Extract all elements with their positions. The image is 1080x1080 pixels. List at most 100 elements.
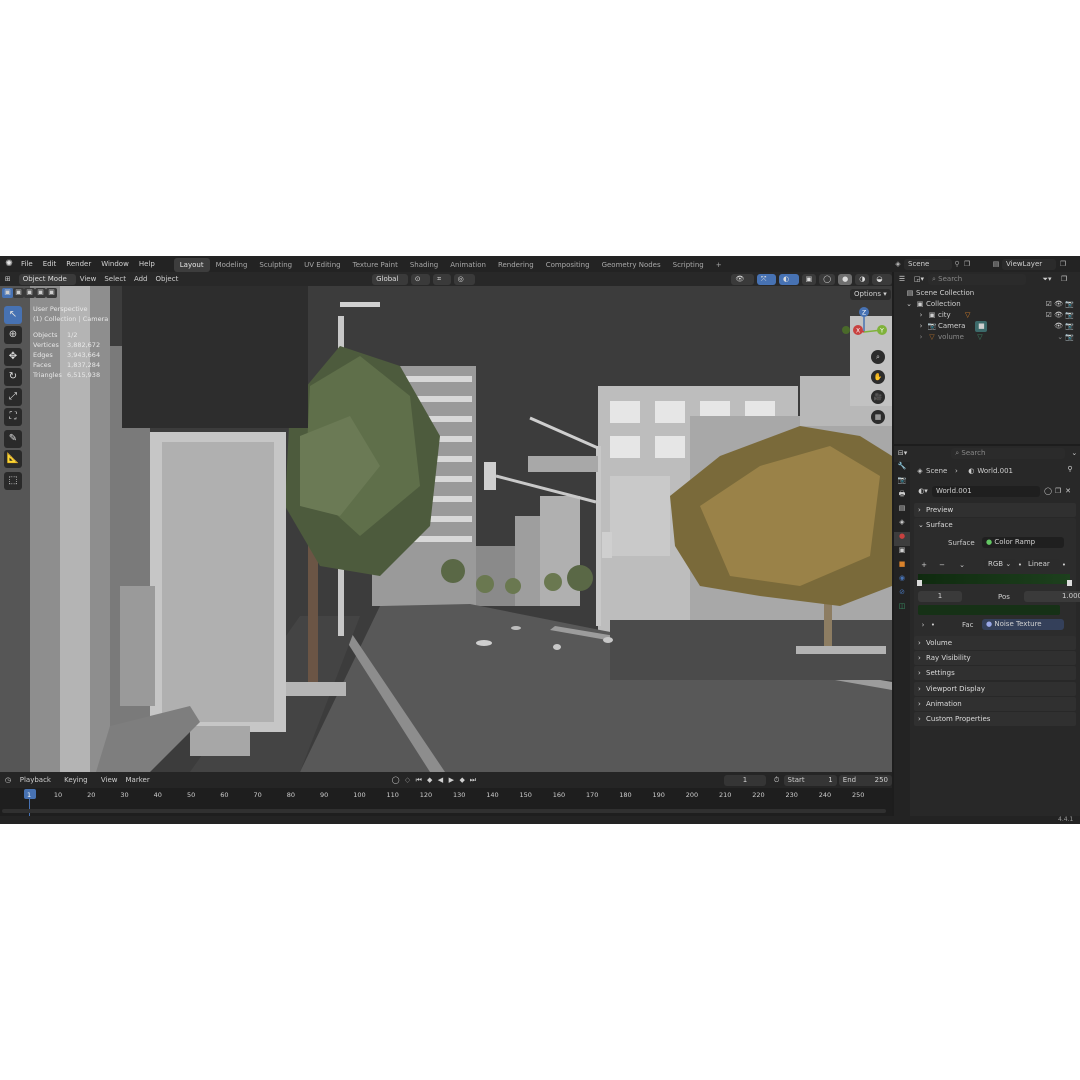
mode-dropdown[interactable]: Object Mode ▾: [18, 273, 76, 294]
clock-icon[interactable]: ⏱: [770, 776, 784, 785]
pin-icon[interactable]: ⚲: [952, 260, 962, 268]
tab-modeling[interactable]: Modeling: [210, 258, 254, 272]
new-scene-icon[interactable]: ❐: [962, 260, 972, 268]
play-reverse-icon[interactable]: ◀: [435, 776, 446, 784]
tab-layout[interactable]: Layout: [173, 257, 210, 272]
render-tab-icon[interactable]: 📷: [894, 476, 910, 490]
xray-toggle-icon[interactable]: ▣: [801, 273, 817, 285]
outliner-editor-icon[interactable]: ☰: [894, 275, 910, 283]
ramp-menu-icon[interactable]: ⌄: [956, 561, 968, 569]
fake-user-icon[interactable]: ◯: [1043, 487, 1053, 495]
select-subtract-icon[interactable]: ▣: [24, 288, 35, 298]
select-new-icon[interactable]: ▣: [2, 288, 13, 298]
proportional-edit-icon[interactable]: ◎ ∧: [453, 273, 475, 294]
options-dropdown[interactable]: Options ▾: [850, 289, 891, 300]
stop-color-swatch[interactable]: [918, 605, 1060, 615]
menu-edit[interactable]: Edit: [38, 256, 62, 272]
add-cube-tool-icon[interactable]: ⬚: [4, 472, 22, 490]
display-mode-icon[interactable]: ◲▾: [910, 275, 928, 283]
collection-toggles[interactable]: ☑ 👁 📷: [1046, 299, 1074, 310]
menu-view[interactable]: View: [76, 274, 101, 285]
scene-selector[interactable]: ◈ Scene ⚲ ❐: [892, 258, 972, 270]
select-box-tool-icon[interactable]: ↖: [4, 306, 22, 324]
rotate-tool-icon[interactable]: ↻: [4, 368, 22, 386]
city-row[interactable]: › ▣ city ▽ ☑ 👁 📷: [916, 310, 1076, 321]
camera-view-icon[interactable]: 🎥: [871, 390, 885, 404]
shading-rendered-icon[interactable]: ◒ ▾: [872, 273, 892, 294]
remove-stop-icon[interactable]: −: [936, 561, 948, 569]
tab-scripting[interactable]: Scripting: [667, 258, 710, 272]
color-ramp-gradient[interactable]: [918, 574, 1070, 584]
pin-properties-icon[interactable]: ⚲: [1064, 465, 1076, 473]
unlink-world-icon[interactable]: ✕: [1063, 487, 1073, 495]
tab-texture-paint[interactable]: Texture Paint: [347, 258, 404, 272]
end-frame-field[interactable]: End 250: [838, 774, 893, 786]
scene-name-field[interactable]: Scene: [904, 258, 952, 270]
scene-tab-icon[interactable]: ◈: [894, 518, 910, 532]
section-viewport-display[interactable]: › Viewport Display: [914, 682, 1076, 696]
pan-hand-icon[interactable]: ✋: [871, 370, 885, 384]
timeline-scrollbar[interactable]: [2, 809, 886, 813]
select-intersect-icon[interactable]: ▣: [46, 288, 57, 298]
menu-timeline-view[interactable]: View: [97, 775, 122, 786]
tab-compositing[interactable]: Compositing: [540, 258, 596, 272]
scale-tool-icon[interactable]: ⤢: [4, 388, 22, 406]
shading-material-icon[interactable]: ◑: [855, 273, 870, 285]
tab-sculpting[interactable]: Sculpting: [253, 258, 298, 272]
select-invert-icon[interactable]: ▣: [35, 288, 46, 298]
pos-field[interactable]: 1.000: [1024, 591, 1080, 602]
filter-icon[interactable]: ⏷▾: [1036, 275, 1058, 284]
menu-help[interactable]: Help: [134, 256, 160, 272]
new-viewlayer-icon[interactable]: ❐: [1056, 260, 1070, 268]
camera-toggles[interactable]: 👁 📷: [1054, 321, 1074, 332]
current-frame-field[interactable]: 1: [724, 774, 766, 786]
world-browse-icon[interactable]: ◐▾: [914, 487, 932, 495]
zoom-icon[interactable]: ⌕: [871, 350, 885, 364]
move-tool-icon[interactable]: ✥: [4, 348, 22, 366]
keyframe-dot-icon[interactable]: •: [1060, 561, 1068, 569]
collection-row[interactable]: ⌄ ▣ Collection ☑ 👁 📷: [904, 299, 1076, 310]
tab-rendering[interactable]: Rendering: [492, 258, 540, 272]
measure-tool-icon[interactable]: 📐: [4, 450, 22, 468]
output-tab-icon[interactable]: 🖶: [894, 490, 910, 504]
surface-node-field[interactable]: ● Color Ramp: [982, 537, 1064, 548]
add-workspace-button[interactable]: +: [710, 258, 728, 272]
orientation-dropdown[interactable]: Global ▾: [372, 273, 408, 294]
ramp-stop-left[interactable]: [917, 580, 922, 586]
ramp-stop-right[interactable]: [1067, 580, 1072, 586]
timeline-editor-icon[interactable]: ◷: [0, 776, 16, 784]
overlay-toggle-icon[interactable]: ◐ ▾: [778, 273, 799, 294]
color-mode-dropdown[interactable]: RGB ⌄: [984, 559, 1016, 570]
properties-options-icon[interactable]: ⌄: [1069, 449, 1080, 457]
interpolation-dropdown[interactable]: Linear ⌄: [1024, 559, 1060, 579]
shading-wireframe-icon[interactable]: ◯: [819, 273, 836, 285]
properties-editor-icon[interactable]: ⊟▾: [894, 449, 911, 457]
world-name-field[interactable]: World.001: [932, 485, 1040, 497]
tab-animation[interactable]: Animation: [444, 258, 492, 272]
keyframe-type-icon[interactable]: ◇: [402, 776, 414, 784]
shading-solid-icon[interactable]: ●: [838, 273, 853, 285]
select-extend-icon[interactable]: ▣: [13, 288, 24, 298]
prev-keyframe-icon[interactable]: ◆: [424, 776, 435, 784]
tab-shading[interactable]: Shading: [404, 258, 444, 272]
tool-tab-icon[interactable]: 🔧: [894, 462, 910, 476]
menu-file[interactable]: File: [16, 256, 38, 272]
navigation-gizmo[interactable]: Z Y X: [838, 306, 892, 360]
next-keyframe-icon[interactable]: ◆: [457, 776, 468, 784]
fac-input-field[interactable]: ● Noise Texture: [982, 619, 1064, 630]
blender-logo-icon[interactable]: ✺: [2, 259, 16, 269]
volume-toggles[interactable]: ⌄ 📷: [1057, 332, 1074, 343]
menu-add[interactable]: Add: [130, 274, 152, 285]
section-surface-header[interactable]: ⌄ Surface: [918, 518, 1076, 532]
menu-marker[interactable]: Marker: [122, 775, 154, 786]
play-icon[interactable]: ▶: [446, 776, 457, 784]
grid-view-icon[interactable]: ▦: [871, 410, 885, 424]
section-ray-visibility[interactable]: › Ray Visibility: [914, 651, 1076, 665]
menu-render[interactable]: Render: [61, 256, 96, 272]
auto-keying-icon[interactable]: ◯: [390, 776, 402, 784]
jump-end-icon[interactable]: ⏭: [468, 776, 479, 785]
scene-collection-row[interactable]: ▤ Scene Collection: [904, 288, 975, 299]
volume-row[interactable]: › ▽ volume ▽ ⌄ 📷: [916, 332, 1076, 343]
section-preview[interactable]: › Preview: [914, 503, 1076, 517]
menu-object[interactable]: Object: [152, 274, 183, 285]
